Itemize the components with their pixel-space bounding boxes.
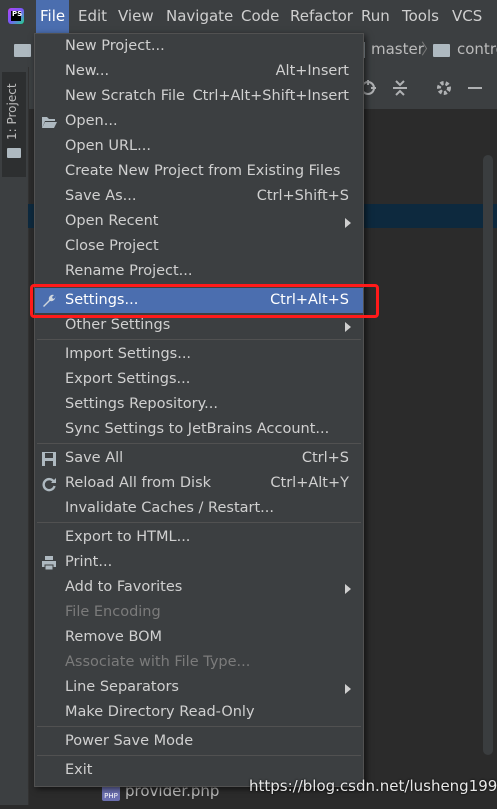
menu-item-line-separators[interactable]: Line Separators (35, 675, 363, 700)
breadcrumb-folder[interactable]: contro (457, 40, 497, 58)
menu-run[interactable]: Run (357, 0, 394, 33)
menu-item-shortcut: Ctrl+Alt+Shift+Insert (192, 88, 349, 104)
menu-tools[interactable]: Tools (398, 0, 443, 33)
menu-item-file-encoding: File Encoding (35, 600, 363, 625)
menu-separator (37, 443, 361, 444)
menu-item-label: Reload All from Disk (65, 475, 212, 491)
menu-vcs[interactable]: VCS (448, 0, 486, 33)
menu-edit[interactable]: Edit (74, 0, 111, 33)
menu-separator (37, 726, 361, 727)
menu-item-label: New Project... (65, 38, 165, 54)
menu-item-new-scratch-file[interactable]: New Scratch File Ctrl+Alt+Shift+Insert (35, 84, 363, 109)
menu-item-label: Line Separators (65, 679, 179, 695)
menu-item-label: Open... (65, 113, 118, 129)
menu-item-associate-file-type: Associate with File Type... (35, 650, 363, 675)
menu-item-open-recent[interactable]: Open Recent (35, 209, 363, 234)
menu-item-label: Sync Settings to JetBrains Account... (65, 421, 330, 437)
menu-item-make-read-only[interactable]: Make Directory Read-Only (35, 700, 363, 725)
annotation-highlight-box (30, 284, 379, 318)
menu-item-save-all[interactable]: Save All Ctrl+S (35, 446, 363, 471)
menu-view[interactable]: View (114, 0, 158, 33)
menu-item-label: Import Settings... (65, 346, 192, 362)
menu-item-label: Close Project (65, 238, 159, 254)
save-icon (42, 452, 56, 466)
menu-bar: PS File Edit View Navigate Code Refactor… (0, 0, 497, 33)
menu-separator (37, 755, 361, 756)
menu-item-print[interactable]: Print... (35, 550, 363, 575)
menu-item-label: Power Save Mode (65, 733, 194, 749)
folder-open-icon (42, 117, 57, 128)
menu-item-label: Save All (65, 450, 124, 466)
menu-item-power-save-mode[interactable]: Power Save Mode (35, 729, 363, 754)
menu-item-export-settings[interactable]: Export Settings... (35, 367, 363, 392)
folder-icon (14, 44, 31, 57)
menu-code[interactable]: Code (237, 0, 283, 33)
menu-item-create-from-existing[interactable]: Create New Project from Existing Files (35, 159, 363, 184)
menu-separator (37, 339, 361, 340)
gear-icon[interactable] (435, 79, 453, 97)
menu-item-label: Remove BOM (65, 629, 163, 645)
menu-refactor[interactable]: Refactor (286, 0, 357, 33)
folder-icon (433, 44, 450, 57)
menu-item-shortcut: Ctrl+Shift+S (256, 188, 349, 204)
menu-item-label: Create New Project from Existing Files (65, 163, 341, 179)
menu-item-label: Add to Favorites (65, 579, 183, 595)
menu-navigate[interactable]: Navigate (162, 0, 237, 33)
printer-icon (42, 556, 56, 571)
menu-item-save-as[interactable]: Save As... Ctrl+Shift+S (35, 184, 363, 209)
menu-item-label: Open URL... (65, 138, 151, 154)
menu-item-label: New Scratch File (65, 88, 185, 104)
menu-item-label: Associate with File Type... (65, 654, 251, 670)
submenu-arrow-icon (345, 584, 351, 594)
menu-item-open[interactable]: Open... (35, 109, 363, 134)
menu-item-label: Open Recent (65, 213, 159, 229)
menu-item-label: Print... (65, 554, 113, 570)
menu-item-label: Settings Repository... (65, 396, 218, 412)
folder-icon (7, 148, 21, 158)
menu-item-new[interactable]: New... Alt+Insert (35, 59, 363, 84)
tool-window-strip (0, 67, 29, 805)
menu-item-close-project[interactable]: Close Project (35, 234, 363, 259)
menu-item-export-html[interactable]: Export to HTML... (35, 525, 363, 550)
submenu-arrow-icon (345, 218, 351, 228)
menu-item-sync-settings[interactable]: Sync Settings to JetBrains Account... (35, 417, 363, 442)
menu-item-label: Invalidate Caches / Restart... (65, 500, 274, 516)
project-tab-label: 1: Project (5, 83, 19, 140)
menu-item-import-settings[interactable]: Import Settings... (35, 342, 363, 367)
menu-item-shortcut: Alt+Insert (275, 63, 349, 79)
menu-item-label: Rename Project... (65, 263, 193, 279)
vertical-scrollbar[interactable] (483, 155, 493, 755)
breadcrumb-branch[interactable]: master (371, 40, 424, 58)
menu-item-settings-repository[interactable]: Settings Repository... (35, 392, 363, 417)
refresh-icon (42, 477, 56, 492)
menu-item-label: Make Directory Read-Only (65, 704, 255, 720)
collapse-all-icon[interactable] (391, 79, 409, 97)
menu-item-add-to-favorites[interactable]: Add to Favorites (35, 575, 363, 600)
menu-item-label: Export to HTML... (65, 529, 191, 545)
menu-file[interactable]: File (36, 0, 70, 33)
menu-item-shortcut: Ctrl+S (301, 450, 349, 466)
menu-item-new-project[interactable]: New Project... (35, 34, 363, 59)
menu-item-open-url[interactable]: Open URL... (35, 134, 363, 159)
file-menu-dropdown: New Project... New... Alt+Insert New Scr… (34, 33, 364, 787)
menu-item-remove-bom[interactable]: Remove BOM (35, 625, 363, 650)
minimize-icon[interactable] (468, 87, 482, 89)
menu-item-label: Exit (65, 762, 93, 778)
phpstorm-logo-icon: PS (8, 8, 24, 24)
watermark-text: https://blog.csdn.net/lusheng1998 (249, 777, 497, 795)
submenu-arrow-icon (345, 322, 351, 332)
menu-item-invalidate-caches[interactable]: Invalidate Caches / Restart... (35, 496, 363, 521)
menu-item-label: Export Settings... (65, 371, 191, 387)
menu-item-label: Save As... (65, 188, 137, 204)
menu-item-rename-project[interactable]: Rename Project... (35, 259, 363, 284)
menu-item-shortcut: Ctrl+Alt+Y (270, 475, 349, 491)
menu-separator (37, 522, 361, 523)
menu-item-label: File Encoding (65, 604, 161, 620)
menu-item-label: New... (65, 63, 110, 79)
submenu-arrow-icon (345, 684, 351, 694)
menu-item-reload-all[interactable]: Reload All from Disk Ctrl+Alt+Y (35, 471, 363, 496)
